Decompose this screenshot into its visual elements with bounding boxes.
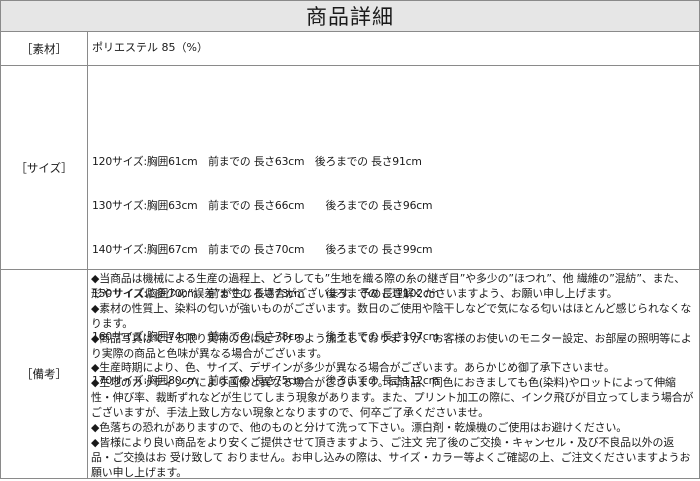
material-row: ［素材］ ポリエステル 85（%） <box>1 32 699 66</box>
size-label: ［サイズ］ <box>1 66 88 269</box>
note-item: ◆生産時期により、色、サイズ、デザインが多少が異なる場合がございます。あらかじめ… <box>91 361 615 375</box>
product-details-table: 商品詳細 ［素材］ ポリエステル 85（%） ［サイズ］ 120サイズ:胸囲61… <box>0 0 700 479</box>
material-label: ［素材］ <box>1 32 88 65</box>
size-line: 140サイズ:胸囲67cm 前までの 長さ70cm 後ろまでの 長さ99cm <box>92 242 433 256</box>
notes-row: ［備考］ ◆当商品は機械による生産の過程上、どうしても”生地を織る際の糸の継ぎ目… <box>1 270 699 481</box>
note-item: ◆商品写真はできる限り実物の色に近づけるよう加工しておりますが、お客様のお使いの… <box>91 331 692 360</box>
size-line: 130サイズ:胸囲63cm 前までの 長さ66cm 後ろまでの 長さ96cm <box>92 198 433 212</box>
note-item: ◆皆様により良い商品をより安くご提供させて頂きますよう、ご注文 完了後のご交換・… <box>91 435 691 479</box>
note-item: ◆当商品は機械による生産の過程上、どうしても”生地を織る際の糸の継ぎ目”や多少の… <box>91 272 686 300</box>
size-line: 120サイズ:胸囲61cm 前までの 長さ63cm 後ろまでの 長さ91cm <box>92 155 422 169</box>
note-item: ◆素材の性質上、染料の匂いが強いものがございます。数日のご使用や陰干しなどで気に… <box>91 301 692 330</box>
size-row: ［サイズ］ 120サイズ:胸囲61cm 前までの 長さ63cm 後ろまでの 長さ… <box>1 66 699 387</box>
table-title: 商品詳細 <box>1 1 699 32</box>
note-item: ◆生地のカッティングにより画像と異なる場合がございます。同商品、同色におきまして… <box>91 376 694 420</box>
material-value: ポリエステル 85（%） <box>92 41 208 54</box>
notes-label: ［備考］ <box>1 270 88 478</box>
note-item: ◆色落ちの恐れがありますので、他のものと分けて洗って下さい。漂白剤・乾燥機のご使… <box>91 421 628 435</box>
notes-list: ◆当商品は機械による生産の過程上、どうしても”生地を織る際の糸の継ぎ目”や多少の… <box>91 272 695 481</box>
